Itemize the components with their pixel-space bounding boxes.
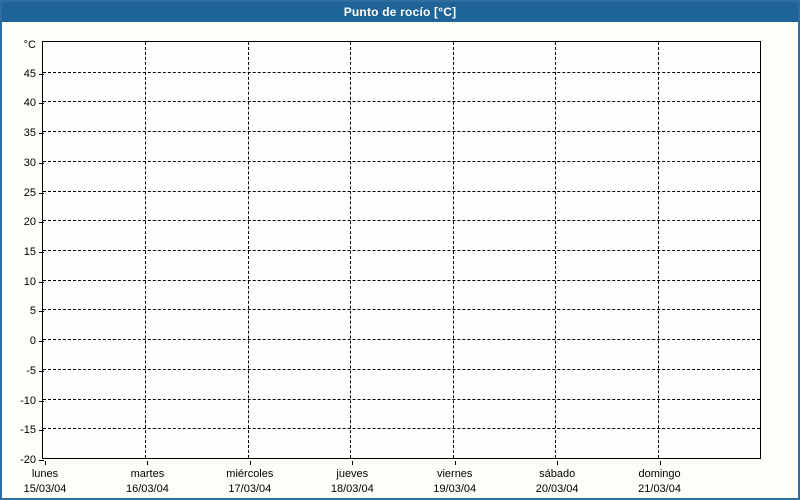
y-grid-line [43,339,760,341]
y-grid-line [43,220,760,222]
x-day-label: martes [130,468,165,480]
y-tick-label: 25 [23,186,36,199]
y-tick-mark [39,311,44,313]
y-tick-mark [39,133,44,135]
y-tick-label: -10 [20,394,36,407]
y-tick-label: 10 [23,275,36,288]
y-axis-unit-label: °C [23,39,36,51]
y-tick-label: 40 [23,97,36,110]
x-tick-mark [147,461,149,465]
y-tick-mark [39,341,44,343]
y-tick-label: 5 [29,305,36,318]
x-date-label: 15/03/04 [23,483,67,495]
x-grid-line [145,42,147,458]
x-date-label: 21/03/04 [638,483,681,495]
y-tick-label: -15 [20,424,36,437]
x-tick-mark [454,461,456,465]
x-date-label: 20/03/04 [535,483,579,495]
y-grid-line [43,101,760,103]
x-date-label: 17/03/04 [228,483,272,495]
y-tick-label: -5 [26,364,36,377]
x-day-label: viernes [436,468,473,480]
y-tick-mark [39,252,44,253]
x-grid-line [452,42,454,458]
x-grid-line [247,42,249,458]
y-grid-line [43,71,760,73]
y-grid-line [43,190,760,192]
y-tick-mark [39,192,44,194]
y-tick-label: 45 [23,67,36,80]
y-grid-line [43,428,760,430]
x-date-label: 16/03/04 [126,483,169,495]
y-grid-line [43,131,760,133]
x-tick-mark [249,461,251,465]
x-tick-mark [557,461,559,465]
y-tick-mark [39,430,44,432]
y-tick-label: 20 [23,216,36,229]
plot-area [42,41,761,459]
y-tick-mark [39,370,44,372]
y-tick-label: -20 [20,454,36,466]
y-tick-mark [39,73,44,75]
y-grid-line [43,398,760,400]
x-tick-mark [45,461,46,465]
y-tick-label: 15 [23,246,36,258]
y-tick-mark [39,400,44,402]
chart-title: Punto de rocío [°C] [343,5,457,19]
y-grid-line [43,160,760,162]
x-day-label: lunes [31,468,59,480]
x-tick-mark [352,461,354,465]
y-grid-line [43,279,760,281]
y-tick-mark [39,281,44,283]
y-grid-line [43,368,760,370]
y-grid-line [43,309,760,311]
x-grid-line [555,42,557,458]
y-tick-mark [39,103,44,105]
x-day-label: jueves [336,468,369,480]
y-tick-label: 0 [29,335,36,348]
x-day-label: sábado [539,468,576,480]
y-tick-label: 30 [23,156,36,169]
x-grid-line [657,42,659,458]
x-date-label: 19/03/04 [433,483,477,495]
x-date-label: 18/03/04 [330,483,374,495]
y-tick-mark [39,222,44,224]
y-tick-mark [39,162,44,164]
x-grid-line [350,42,352,458]
y-tick-mark [39,460,44,461]
y-tick-label: 35 [23,127,36,140]
x-day-label: miércoles [226,468,274,480]
x-day-label: domingo [638,468,681,480]
x-tick-mark [659,461,661,465]
y-grid-line [43,250,760,251]
chart-window: Punto de rocío [°C] °C 45 40 35 30 25 20 15 10 5… [0,0,800,500]
chart-title-bar: Punto de rocío [°C] [2,2,798,22]
